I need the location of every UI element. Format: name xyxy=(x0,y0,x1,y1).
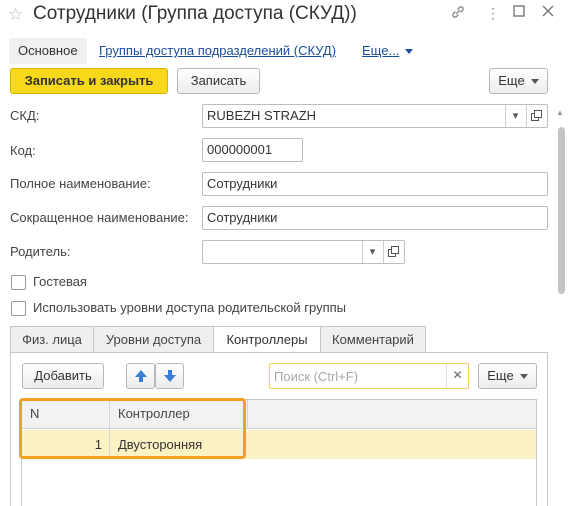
full-name-field[interactable]: Сотрудники xyxy=(202,172,548,196)
open-icon[interactable] xyxy=(383,241,403,263)
nav-tab-main[interactable]: Основное xyxy=(9,38,87,64)
parent-field[interactable]: ▾ xyxy=(202,240,405,264)
save-button[interactable]: Записать xyxy=(177,68,260,94)
clear-icon[interactable]: ✕ xyxy=(446,364,468,388)
close-icon[interactable] xyxy=(541,4,555,22)
full-name-label: Полное наименование: xyxy=(10,176,151,191)
dropdown-icon[interactable]: ▾ xyxy=(505,105,525,127)
skd-field[interactable]: RUBEZH STRAZH ▾ xyxy=(202,104,548,128)
link-icon[interactable] xyxy=(450,4,466,24)
save-and-close-button[interactable]: Записать и закрыть xyxy=(10,68,168,94)
column-header-n[interactable]: N xyxy=(22,400,39,428)
search-input[interactable] xyxy=(270,364,448,388)
more-icon[interactable]: ⋮ xyxy=(486,5,500,22)
arrow-down-icon xyxy=(163,370,177,386)
panel-more-button[interactable]: Еще xyxy=(478,363,537,389)
controllers-table: N Контроллер 1 Двусторонняя xyxy=(21,399,537,506)
short-name-label: Сокращенное наименование: xyxy=(10,210,189,225)
search-box: ✕ xyxy=(269,363,469,389)
toolbar-more-button[interactable]: Еще xyxy=(489,68,548,94)
open-icon[interactable] xyxy=(526,105,546,127)
cell-controller: Двусторонняя xyxy=(118,437,203,452)
skd-label: СКД: xyxy=(10,108,40,123)
nav-more-label: Еще... xyxy=(362,43,400,58)
guest-checkbox[interactable] xyxy=(11,275,26,290)
nav-link-department-groups[interactable]: Группы доступа подразделений (СКУД) xyxy=(99,36,336,66)
tab-comment[interactable]: Комментарий xyxy=(320,326,426,353)
dropdown-icon[interactable]: ▾ xyxy=(362,241,382,263)
use-parent-levels-label: Использовать уровни доступа родительской… xyxy=(33,300,347,315)
tab-access-levels[interactable]: Уровни доступа xyxy=(93,326,214,353)
column-header-controller[interactable]: Контроллер xyxy=(110,400,190,428)
nav-more-menu[interactable]: Еще... xyxy=(362,36,414,66)
panel-more-label: Еще xyxy=(487,368,514,383)
short-name-field[interactable]: Сотрудники xyxy=(202,206,548,230)
chevron-down-icon xyxy=(530,79,539,85)
table-row[interactable]: 1 Двусторонняя xyxy=(22,430,536,459)
maximize-icon[interactable] xyxy=(512,4,526,22)
skd-value: RUBEZH STRAZH xyxy=(207,108,317,123)
parent-label: Родитель: xyxy=(10,244,71,259)
code-label: Код: xyxy=(10,143,36,158)
cell-n: 1 xyxy=(94,437,102,452)
code-field[interactable]: 000000001 xyxy=(202,138,303,162)
add-button[interactable]: Добавить xyxy=(22,363,104,389)
chevron-down-icon xyxy=(519,374,528,380)
move-up-button[interactable] xyxy=(126,363,155,389)
window-title: Сотрудники (Группа доступа (СКУД)) xyxy=(33,3,357,24)
star-icon[interactable]: ☆ xyxy=(8,5,23,25)
column-divider xyxy=(247,400,248,429)
toolbar-more-label: Еще xyxy=(498,73,525,88)
use-parent-levels-checkbox[interactable] xyxy=(11,301,26,316)
move-down-button[interactable] xyxy=(155,363,184,389)
table-header: N Контроллер xyxy=(22,400,536,429)
tab-bar: Физ. лица Уровни доступа Контроллеры Ком… xyxy=(10,326,548,353)
guest-label: Гостевая xyxy=(33,274,87,289)
scrollbar-thumb[interactable] xyxy=(558,127,565,294)
title-bar: ☆ Сотрудники (Группа доступа (СКУД)) ⋮ xyxy=(0,0,568,32)
tab-individuals[interactable]: Физ. лица xyxy=(10,326,94,353)
column-divider xyxy=(109,400,110,459)
form-navigation: Основное Группы доступа подразделений (С… xyxy=(0,36,568,66)
tab-controllers[interactable]: Контроллеры xyxy=(213,326,321,353)
scroll-up-icon[interactable]: ▲ xyxy=(556,108,564,117)
arrow-up-icon xyxy=(134,370,148,386)
chevron-down-icon xyxy=(405,49,414,55)
